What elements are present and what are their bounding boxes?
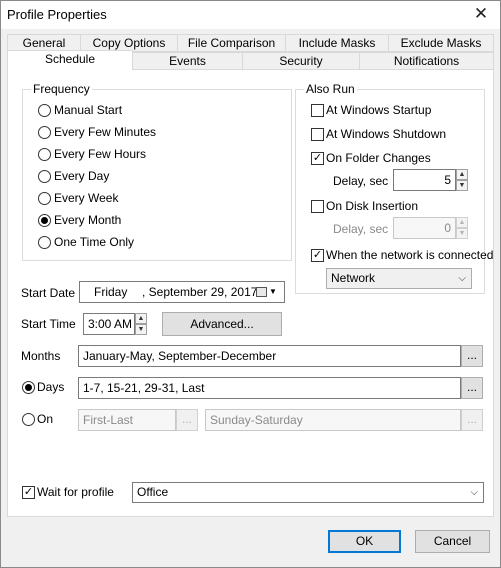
cancel-button[interactable]: Cancel [415, 530, 490, 553]
checkbox-windows-startup[interactable] [311, 104, 324, 117]
radio-label: Manual Start [54, 103, 123, 117]
delay-value: 0 [444, 221, 451, 235]
wait-for-profile-label: Wait for profile [37, 485, 114, 499]
network-select[interactable]: Network ⌵ [326, 268, 472, 289]
tab-label: Notifications [393, 54, 460, 68]
checkbox-label: When the network is connected [326, 248, 494, 262]
radio-label: One Time Only [54, 235, 135, 249]
also-run-group: Also Run [295, 82, 485, 294]
weekday-input[interactable]: Sunday-Saturday [205, 409, 461, 431]
close-icon[interactable]: ✕ [467, 2, 495, 26]
calendar-icon[interactable] [256, 287, 267, 297]
radio-label: Every Week [54, 191, 119, 205]
spin-down-icon[interactable]: ▼ [456, 180, 468, 191]
checkbox-label: At Windows Shutdown [326, 127, 447, 141]
first-last-value: First-Last [83, 413, 134, 427]
also-run-title: Also Run [304, 82, 357, 96]
tab-schedule[interactable]: Schedule [7, 50, 133, 70]
months-value: January-May, September-December [83, 349, 277, 363]
days-browse-button[interactable]: ... [461, 377, 483, 399]
tab-events[interactable]: Events [132, 52, 243, 70]
tab-security[interactable]: Security [242, 52, 360, 70]
tab-exclude-masks[interactable]: Exclude Masks [388, 34, 494, 52]
radio-one-time-only[interactable] [38, 236, 51, 249]
delay-label: Delay, sec [333, 174, 389, 188]
delay-value: 5 [444, 173, 451, 187]
tab-file-comparison[interactable]: File Comparison [177, 34, 286, 52]
radio-every-week[interactable] [38, 192, 51, 205]
spin-up-icon[interactable]: ▲ [135, 313, 147, 324]
days-label: Days [37, 380, 65, 394]
start-date-value: , September 29, 2017 [142, 285, 258, 299]
tab-label: General [22, 36, 66, 50]
radio-every-few-minutes[interactable] [38, 126, 51, 139]
days-input[interactable]: 1-7, 15-21, 29-31, Last [78, 377, 461, 399]
radio-every-day[interactable] [38, 170, 51, 183]
radio-label: Every Few Hours [54, 147, 147, 161]
start-date-label: Start Date [21, 286, 76, 300]
title-bar: Profile Properties ✕ [1, 1, 500, 29]
start-time-input[interactable]: 3:00 AM [83, 313, 135, 335]
spin-up-icon[interactable]: ▲ [456, 217, 468, 228]
tab-label: Security [279, 54, 323, 68]
spin-down-icon[interactable]: ▼ [135, 324, 147, 335]
radio-every-few-hours[interactable] [38, 148, 51, 161]
dropdown-arrow-icon: ⌵ [470, 487, 478, 498]
tab-label: File Comparison [187, 36, 276, 50]
weekday-browse-button[interactable]: ... [461, 409, 483, 431]
delay-label-disabled: Delay, sec [333, 222, 389, 236]
first-last-input[interactable]: First-Last [78, 409, 176, 431]
radio-label: Every Few Minutes [54, 125, 157, 139]
frequency-title: Frequency [31, 82, 92, 96]
delay-disk-input[interactable]: 0 [393, 217, 456, 239]
start-date-picker[interactable]: Friday , September 29, 2017 ▼ [79, 281, 285, 303]
tab-label: Events [169, 54, 206, 68]
months-browse-button[interactable]: ... [461, 345, 483, 367]
on-label: On [37, 412, 54, 426]
radio-every-month[interactable] [38, 214, 51, 227]
schedule-panel: Frequency Manual Start Every Few Minutes… [7, 69, 494, 517]
dropdown-arrow-icon: ⌵ [458, 273, 466, 284]
radio-manual-start[interactable] [38, 104, 51, 117]
wait-profile-select[interactable]: Office ⌵ [132, 482, 484, 503]
start-date-day: Friday [94, 285, 128, 299]
tab-label: Exclude Masks [400, 36, 482, 50]
days-value: 1-7, 15-21, 29-31, Last [83, 381, 205, 395]
months-label: Months [21, 349, 61, 363]
tab-label: Copy Options [92, 36, 166, 50]
checkbox-label: On Folder Changes [326, 151, 431, 165]
checkbox-folder-changes[interactable]: ✓ [311, 152, 324, 165]
radio-label: Every Month [54, 213, 122, 227]
tab-include-masks[interactable]: Include Masks [285, 34, 389, 52]
spin-up-icon[interactable]: ▲ [456, 169, 468, 180]
checkbox-disk-insertion[interactable] [311, 200, 324, 213]
checkbox-label: On Disk Insertion [326, 199, 419, 213]
network-select-value: Network [331, 271, 376, 285]
dropdown-arrow-icon[interactable]: ▼ [269, 282, 277, 302]
checkbox-wait-for-profile[interactable]: ✓ [22, 486, 35, 499]
tab-label: Schedule [44, 52, 96, 66]
delay-folder-input[interactable]: 5 [393, 169, 456, 191]
spin-down-icon[interactable]: ▼ [456, 228, 468, 239]
tab-notifications[interactable]: Notifications [359, 52, 494, 70]
weekday-value: Sunday-Saturday [210, 413, 303, 427]
radio-days[interactable] [22, 381, 35, 394]
advanced-button[interactable]: Advanced... [162, 312, 282, 336]
ok-button[interactable]: OK [328, 530, 401, 553]
radio-on[interactable] [22, 413, 35, 426]
checkbox-label: At Windows Startup [326, 103, 432, 117]
start-time-label: Start Time [21, 317, 76, 331]
start-time-value: 3:00 AM [88, 317, 133, 331]
radio-label: Every Day [54, 169, 110, 183]
months-input[interactable]: January-May, September-December [78, 345, 461, 367]
first-last-browse-button[interactable]: ... [176, 409, 198, 431]
window-title: Profile Properties [7, 7, 107, 22]
profile-properties-window: Profile Properties ✕ General Copy Option… [0, 0, 501, 568]
checkbox-network-connected[interactable]: ✓ [311, 249, 324, 262]
wait-profile-value: Office [137, 485, 169, 499]
tab-label: Include Masks [298, 36, 376, 50]
checkbox-windows-shutdown[interactable] [311, 128, 324, 141]
